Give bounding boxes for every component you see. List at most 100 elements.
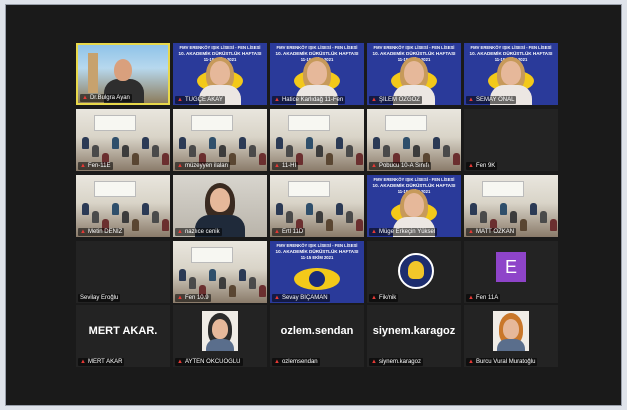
participant-tile-fen-11e[interactable]: ▲ Fen-11E xyxy=(76,109,170,171)
student xyxy=(249,277,256,289)
participant-name: Pobucu 10-A Sınıfı xyxy=(378,163,429,169)
participant-name-label: ▲ Pobucu 10-A Sınıfı xyxy=(369,162,431,170)
profile-photo xyxy=(493,311,529,351)
participant-name-label: ▲ TUĞÇE AKAY xyxy=(175,96,225,104)
whiteboard xyxy=(288,181,330,197)
participant-name-label: Sevilay Eroğlu xyxy=(78,294,121,302)
participant-name-label: ▲ Müge Erkeçin Yüksel xyxy=(369,228,438,236)
participant-tile-fen-10-9[interactable]: ▲ Fen 10.9 xyxy=(173,241,267,303)
participant-tile-11-hi[interactable]: ▲ 11-HI xyxy=(270,109,364,171)
student xyxy=(259,153,266,165)
participant-name-label: ▲ Ertl 11D xyxy=(272,228,306,236)
participant-tile-hatice-karl-da-11-fen[interactable]: FMV ERENKÖY IŞIK LİSESİ - FEN LİSESİ 10. … xyxy=(270,43,364,105)
participant-name-label: ▲ müzeyyen ilalan xyxy=(175,162,230,170)
participant-face xyxy=(404,193,424,217)
participant-name-label: ▲ Fen 11A xyxy=(466,294,501,302)
student xyxy=(132,153,139,165)
participant-name: ozlemsendan xyxy=(281,359,318,365)
participant-tile-nazl-ce-cenik[interactable]: ▲ nazlıce cenik xyxy=(173,175,267,237)
student xyxy=(239,137,246,149)
student xyxy=(179,269,186,281)
display-name-large: ozlem.sendan xyxy=(280,325,354,337)
participant-tile-pobucu-10-a-s-n-f[interactable]: ▲ Pobucu 10-A Sınıfı xyxy=(367,109,461,171)
participant-tile-mert-akar[interactable]: MERT AKAR. ▲ MERT AKAR xyxy=(76,305,170,367)
participant-name-label: ▲ nazlıce cenik xyxy=(175,228,222,236)
participant-tile-semay-nal[interactable]: FMV ERENKÖY IŞIK LİSESİ - FEN LİSESİ 10. … xyxy=(464,43,558,105)
participant-name: Fen 9K xyxy=(475,163,496,169)
student xyxy=(403,137,410,149)
participant-name-label: ▲ SEMAY ÖNAL xyxy=(466,96,517,104)
participant-tile-siynem-karagoz[interactable]: siynem.karagoz ▲ siynem.karagoz xyxy=(367,305,461,367)
student xyxy=(112,137,119,149)
whiteboard xyxy=(94,181,136,197)
student xyxy=(500,203,507,215)
mic-muted-icon: ▲ xyxy=(177,295,183,301)
participant-name-label: ▲ Metin DENİZ xyxy=(78,228,125,236)
display-name-large: siynem.karagoz xyxy=(372,325,456,337)
participant-name: Dr.Bulgra Ayan xyxy=(89,95,130,101)
participant-tile-m-ge-erke-in-y-ksel[interactable]: FMV ERENKÖY IŞIK LİSESİ - FEN LİSESİ 10. … xyxy=(367,175,461,237)
participant-name-label: ▲ AYTEN OKCUOĞLU xyxy=(175,358,243,366)
poster-text: 10. AKADEMİK DÜRÜSTLÜK HAFTASI xyxy=(469,51,553,56)
poster-text: 10. AKADEMİK DÜRÜSTLÜK HAFTASI xyxy=(178,51,262,56)
participant-tile-metin-deni-z[interactable]: ▲ Metin DENİZ xyxy=(76,175,170,237)
mic-muted-icon: ▲ xyxy=(177,359,183,365)
mic-muted-icon: ▲ xyxy=(468,295,474,301)
participant-body xyxy=(497,339,525,351)
participant-tile-m-zeyyen-ilalan[interactable]: ▲ müzeyyen ilalan xyxy=(173,109,267,171)
participant-tile-matt-zkan[interactable]: ▲ MATT ÖZKAN xyxy=(464,175,558,237)
participant-name-label: ▲ Dr.Bulgra Ayan xyxy=(80,94,132,102)
participant-tile-dr-bulgra-ayan[interactable]: ▲ Dr.Bulgra Ayan xyxy=(76,43,170,105)
mic-muted-icon: ▲ xyxy=(177,97,183,103)
participant-name-label: ▲ ŞİLEM ÖZGÖZ xyxy=(369,96,422,104)
student xyxy=(470,203,477,215)
participant-tile-sevilay-ero-lu[interactable]: Sevilay Eroğlu xyxy=(76,241,170,303)
poster-text: 10. AKADEMİK DÜRÜSTLÜK HAFTASI xyxy=(275,51,359,56)
student xyxy=(346,145,353,157)
student xyxy=(530,203,537,215)
participant-tile-fik-nik[interactable]: ▲ Fik/nik xyxy=(367,241,461,303)
participant-name: Fen 11A xyxy=(475,295,499,301)
participant-name: MERT AKAR xyxy=(87,359,123,365)
participant-face xyxy=(212,319,228,339)
participant-name: siynem.karagoz xyxy=(378,359,421,365)
mic-muted-icon: ▲ xyxy=(80,163,86,169)
mic-muted-icon: ▲ xyxy=(468,97,474,103)
mic-muted-icon: ▲ xyxy=(371,229,377,235)
student xyxy=(152,211,159,223)
participant-face xyxy=(503,319,519,339)
participant-name-label: ▲ 11-HI xyxy=(272,162,299,170)
participant-tile-ayten-okcuo-lu[interactable]: ▲ AYTEN OKCUOĞLU xyxy=(173,305,267,367)
participant-tile-ertl-11d[interactable]: ▲ Ertl 11D xyxy=(270,175,364,237)
participant-tile-sevay-bi-aman[interactable]: FMV ERENKÖY IŞIK LİSESİ - FEN LİSESİ 10. … xyxy=(270,241,364,303)
participant-face xyxy=(501,61,521,85)
participant-face xyxy=(307,61,327,85)
participant-name: müzeyyen ilalan xyxy=(184,163,228,169)
student xyxy=(286,211,293,223)
whiteboard xyxy=(94,115,136,131)
student xyxy=(92,211,99,223)
participant-tile-fen-9k[interactable]: ▲ Fen 9K xyxy=(464,109,558,171)
participant-tile-i-lem-zg-z[interactable]: FMV ERENKÖY IŞIK LİSESİ - FEN LİSESİ 10. … xyxy=(367,43,461,105)
student xyxy=(249,145,256,157)
participant-name: Fen-11E xyxy=(87,163,111,169)
mic-muted-icon: ▲ xyxy=(82,95,88,101)
poster-text: 10. AKADEMİK DÜRÜSTLÜK HAFTASI xyxy=(275,249,359,254)
participant-tile-ozlemsendan[interactable]: ozlem.sendan ▲ ozlemsendan xyxy=(270,305,364,367)
whiteboard xyxy=(385,115,427,131)
participant-name: Sevay BİÇAMAN xyxy=(281,295,328,301)
student xyxy=(480,211,487,223)
student xyxy=(92,145,99,157)
participant-name: Fik/nik xyxy=(378,295,397,301)
student xyxy=(82,203,89,215)
display-name-large: MERT AKAR. xyxy=(88,325,158,337)
mic-muted-icon: ▲ xyxy=(274,295,280,301)
participant-tile-tu-e-akay[interactable]: FMV ERENKÖY IŞIK LİSESİ - FEN LİSESİ 10. … xyxy=(173,43,267,105)
participant-name: Sevilay Eroğlu xyxy=(80,295,119,301)
participant-tile-fen-11a[interactable]: E ▲ Fen 11A xyxy=(464,241,558,303)
poster-text: 10. AKADEMİK DÜRÜSTLÜK HAFTASI xyxy=(372,51,456,56)
participant-tile-burcu-vural-murato-lu[interactable]: ▲ Burcu Vural Muratoğlu xyxy=(464,305,558,367)
student xyxy=(306,137,313,149)
whiteboard xyxy=(191,247,233,263)
participant-name-label: ▲ ozlemsendan xyxy=(272,358,320,366)
